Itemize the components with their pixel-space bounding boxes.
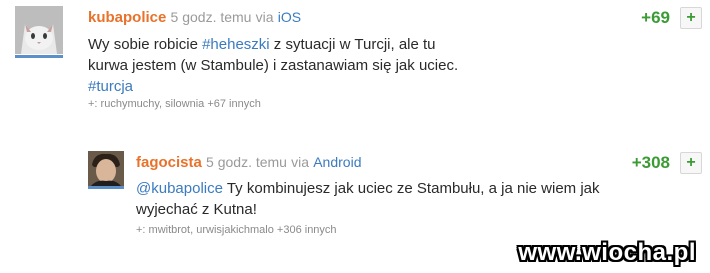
person-avatar-icon bbox=[88, 151, 124, 187]
voters-list: +: mwitbrot, urwisjakichmalo +306 innych bbox=[136, 224, 337, 236]
avatar[interactable] bbox=[88, 151, 124, 187]
via-label: via bbox=[291, 154, 310, 170]
entry-body: @kubapolice Ty kombinujesz jak uciec ze … bbox=[136, 178, 636, 220]
via-label: via bbox=[255, 9, 274, 25]
timestamp[interactable]: 5 godz. temu bbox=[171, 9, 252, 25]
cat-avatar-icon bbox=[15, 6, 63, 54]
entry-body: Wy sobie robicie #heheszki z sytuacji w … bbox=[88, 34, 478, 97]
upvote-button[interactable]: + bbox=[680, 7, 702, 29]
entry-fagocista: fagocista 5 godz. temu via Android +308 … bbox=[0, 140, 710, 250]
voters-prefix: +: bbox=[136, 224, 146, 236]
vote-score: +69 bbox=[641, 8, 670, 27]
voters-list: +: ruchymuchy, silownia +67 innych bbox=[88, 98, 261, 110]
timestamp[interactable]: 5 godz. temu bbox=[206, 154, 287, 170]
upvote-button[interactable]: + bbox=[680, 152, 702, 174]
app-link[interactable]: iOS bbox=[278, 9, 301, 25]
body-text-pre: Wy sobie robicie bbox=[88, 36, 203, 53]
voters-names[interactable]: ruchymuchy, silownia +67 innych bbox=[101, 98, 261, 110]
avatar[interactable] bbox=[15, 6, 63, 54]
author-link[interactable]: fagocista bbox=[136, 154, 202, 171]
vote-score: +308 bbox=[631, 153, 670, 172]
voters-prefix: +: bbox=[88, 98, 98, 110]
hashtag-link[interactable]: #heheszki bbox=[202, 36, 270, 53]
avatar-underline bbox=[88, 186, 124, 189]
avatar-underline bbox=[15, 55, 63, 58]
voters-names[interactable]: mwitbrot, urwisjakichmalo +306 innych bbox=[149, 224, 337, 236]
hashtag-link-turcja[interactable]: #turcja bbox=[88, 78, 133, 95]
entry-header: fagocista 5 godz. temu via Android bbox=[136, 154, 361, 171]
app-link[interactable]: Android bbox=[313, 154, 361, 170]
user-mention-link[interactable]: @kubapolice bbox=[136, 180, 223, 197]
entry-header: kubapolice 5 godz. temu via iOS bbox=[88, 9, 301, 26]
site-watermark: www.wiocha.pl bbox=[518, 239, 696, 266]
entry-kubapolice: kubapolice 5 godz. temu via iOS +69 + Wy… bbox=[0, 0, 710, 125]
author-link[interactable]: kubapolice bbox=[88, 9, 166, 26]
